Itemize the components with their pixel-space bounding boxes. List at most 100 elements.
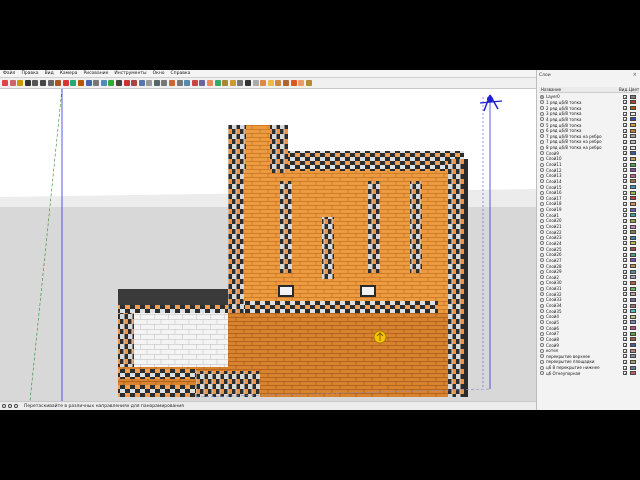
layer-row[interactable]: 6 ряд ц6/8 топка ✓ [539, 128, 639, 134]
layer-color-swatch[interactable] [630, 241, 636, 246]
active-layer-radio[interactable] [540, 179, 544, 184]
layer-color-swatch[interactable] [630, 303, 636, 308]
layer-color-swatch[interactable] [630, 286, 636, 291]
visibility-checkbox[interactable]: ✓ [623, 264, 627, 269]
visibility-checkbox[interactable]: ✓ [623, 156, 627, 161]
active-layer-radio[interactable] [540, 173, 544, 178]
layer-name[interactable]: Слой16 [546, 190, 623, 195]
layer-name[interactable]: 1 ряд ц6/8 топка [546, 100, 623, 105]
menu-camera[interactable]: Камера [57, 71, 81, 76]
layer-name[interactable]: Слой6 [546, 326, 623, 331]
back-view-icon[interactable] [222, 80, 229, 86]
visibility-checkbox[interactable]: ✓ [623, 94, 627, 99]
layer-color-swatch[interactable] [630, 292, 636, 297]
layer-row[interactable]: 7 ряд ц6/8 топка на ребро ✓ [539, 139, 639, 145]
layer-row[interactable]: Слой7 ✓ [539, 331, 639, 337]
layer-row[interactable]: 2 ряд ц6/8 топка ✓ [539, 105, 639, 111]
layer-name[interactable]: Слой21 [546, 224, 623, 229]
pan-icon[interactable] [138, 80, 145, 86]
layer-name[interactable]: Слой9 [546, 151, 623, 156]
layer-name[interactable]: Слой10 [546, 156, 623, 161]
menu-draw[interactable]: Рисование [80, 71, 111, 76]
visibility-checkbox[interactable]: ✓ [623, 235, 627, 240]
visibility-checkbox[interactable]: ✓ [623, 201, 627, 206]
active-layer-radio[interactable] [540, 100, 544, 105]
layer-name[interactable]: 2 ряд ц6/8 топка [546, 106, 623, 111]
active-layer-radio[interactable] [540, 297, 544, 302]
layer-row[interactable]: 5 ряд ц6/8 топка ✓ [539, 122, 639, 128]
layer-color-swatch[interactable] [630, 258, 636, 263]
circle-icon[interactable] [47, 80, 54, 86]
layer-row[interactable]: Слой24 ✓ [539, 241, 639, 247]
active-layer-radio[interactable] [540, 280, 544, 285]
push-pull-icon[interactable] [55, 80, 62, 86]
layer-row[interactable]: Слой29 ✓ [539, 269, 639, 275]
visibility-checkbox[interactable]: ✓ [623, 117, 627, 122]
layer-name[interactable]: Слой29 [546, 269, 623, 274]
layer-row[interactable]: 8 ряд ц6/8 топка на ребро ✓ [539, 145, 639, 151]
layer-name[interactable]: Слой9 [546, 343, 623, 348]
eraser-icon[interactable] [9, 80, 16, 86]
layer-name[interactable]: Слой2 [546, 275, 623, 280]
layer-name[interactable]: 6 ряд ц6/8 топка [546, 128, 623, 133]
select-icon[interactable] [2, 80, 8, 86]
monochrome-icon[interactable] [267, 80, 274, 86]
xray-icon[interactable] [237, 80, 244, 86]
layer-color-swatch[interactable] [630, 196, 636, 201]
layer-row[interactable]: ц6 8 перекрытие нижнее ✓ [539, 365, 639, 371]
visibility-checkbox[interactable]: ✓ [623, 100, 627, 105]
layer-color-swatch[interactable] [630, 247, 636, 252]
top-view-icon[interactable] [199, 80, 206, 86]
active-layer-radio[interactable] [540, 162, 544, 167]
active-layer-radio[interactable] [540, 275, 544, 280]
layer-name[interactable]: Слой18 [546, 201, 623, 206]
menu-window[interactable]: Окно [150, 71, 168, 76]
layer-name[interactable]: ц6 8 перекрытие нижнее [546, 365, 623, 370]
active-layer-radio[interactable] [540, 309, 544, 314]
look-around-icon[interactable] [184, 80, 191, 86]
section-plane-icon[interactable] [169, 80, 176, 86]
visibility-checkbox[interactable]: ✓ [623, 348, 627, 353]
layer-row[interactable]: Слой18 ✓ [539, 201, 639, 207]
active-layer-radio[interactable] [540, 252, 544, 257]
protractor-icon[interactable] [108, 80, 115, 86]
layer-row[interactable]: Слой30 ✓ [539, 280, 639, 286]
active-layer-radio[interactable] [540, 331, 544, 336]
visibility-checkbox[interactable]: ✓ [623, 365, 627, 370]
front-view-icon[interactable] [207, 80, 214, 86]
layer-name[interactable]: Слой14 [546, 179, 623, 184]
active-layer-radio[interactable] [540, 371, 544, 376]
layer-row[interactable]: Слой9 ✓ [539, 150, 639, 156]
layer-row[interactable]: Слой10 ✓ [539, 156, 639, 162]
layer-row[interactable]: 1 ряд ц6/8 топка ✓ [539, 100, 639, 106]
layer-row[interactable]: ц6 Огнеупорная ✓ [539, 370, 639, 376]
layer-name[interactable]: Слой23 [546, 235, 623, 240]
layer-row[interactable]: 3 ряд ц6/8 топка ✓ [539, 111, 639, 117]
layer-color-swatch[interactable] [630, 354, 636, 359]
layer-row[interactable]: Слой25 ✓ [539, 246, 639, 252]
visibility-checkbox[interactable]: ✓ [623, 123, 627, 128]
layer-color-swatch[interactable] [630, 207, 636, 212]
geo-location-icon[interactable] [2, 404, 6, 408]
visibility-checkbox[interactable]: ✓ [623, 207, 627, 212]
line-icon[interactable] [24, 80, 31, 86]
active-layer-radio[interactable] [540, 218, 544, 223]
layer-name[interactable]: Слой33 [546, 297, 623, 302]
layer-row[interactable]: Слой28 ✓ [539, 263, 639, 269]
layer-row[interactable]: Слой21 ✓ [539, 224, 639, 230]
active-layer-radio[interactable] [540, 264, 544, 269]
layer-name[interactable]: Слой11 [546, 162, 623, 167]
layer-row[interactable]: Слой17 ✓ [539, 196, 639, 202]
layer-color-swatch[interactable] [630, 314, 636, 319]
active-layer-radio[interactable] [540, 235, 544, 240]
active-layer-radio[interactable] [540, 134, 544, 139]
layer-row[interactable]: Слой26 ✓ [539, 252, 639, 258]
visibility-checkbox[interactable]: ✓ [623, 128, 627, 133]
model-canvas[interactable] [0, 89, 536, 401]
layer-color-swatch[interactable] [630, 343, 636, 347]
layer-row[interactable]: Layer0 ✓ [539, 94, 639, 100]
credits-icon[interactable] [8, 404, 12, 408]
active-layer-radio[interactable] [540, 156, 544, 161]
layer-name[interactable]: Слой24 [546, 241, 623, 246]
layer-name[interactable]: Слой19 [546, 207, 623, 212]
